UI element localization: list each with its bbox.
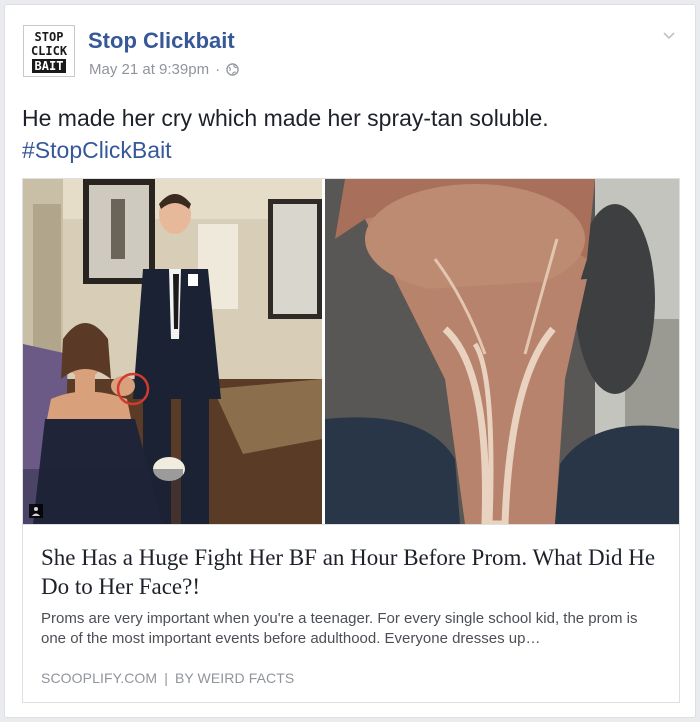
prom-photo [23,179,322,524]
link-source-line: SCOOPLIFY.COM | BY WEIRD FACTS [41,670,294,686]
source-separator: | [164,670,168,686]
link-preview-body[interactable]: She Has a Huge Fight Her BF an Hour Befo… [23,524,679,702]
page-avatar[interactable]: STOP CLICK BAIT [23,25,75,77]
neck-closeup-photo [325,179,679,524]
hashtag-link[interactable]: #StopClickBait [22,135,172,165]
link-author[interactable]: BY WEIRD FACTS [175,670,294,686]
link-preview-image[interactable] [23,179,679,524]
avatar-line-3: BAIT [35,59,64,73]
link-preview-card[interactable]: She Has a Huge Fight Her BF an Hour Befo… [22,178,680,703]
post-meta: May 21 at 9:39pm · [89,61,239,78]
stop-clickbait-logo: STOP CLICK BAIT [24,26,74,76]
page-name-link[interactable]: Stop Clickbait [88,28,235,54]
avatar-line-1: STOP [35,30,64,44]
link-source-domain: SCOOPLIFY.COM [41,670,158,686]
post-text: He made her cry which made her spray-tan… [22,105,549,131]
chevron-down-icon[interactable] [661,27,677,43]
post-timestamp[interactable]: May 21 at 9:39pm [89,61,209,78]
post-card: STOP CLICK BAIT Stop Clickbait May 21 at… [4,4,696,718]
link-description: Proms are very important when you're a t… [41,610,638,647]
globe-icon[interactable] [226,63,239,76]
photo-badge-icon [29,504,43,518]
avatar-line-2: CLICK [31,44,68,58]
meta-separator: · [215,61,221,78]
link-title[interactable]: She Has a Huge Fight Her BF an Hour Befo… [41,543,661,601]
